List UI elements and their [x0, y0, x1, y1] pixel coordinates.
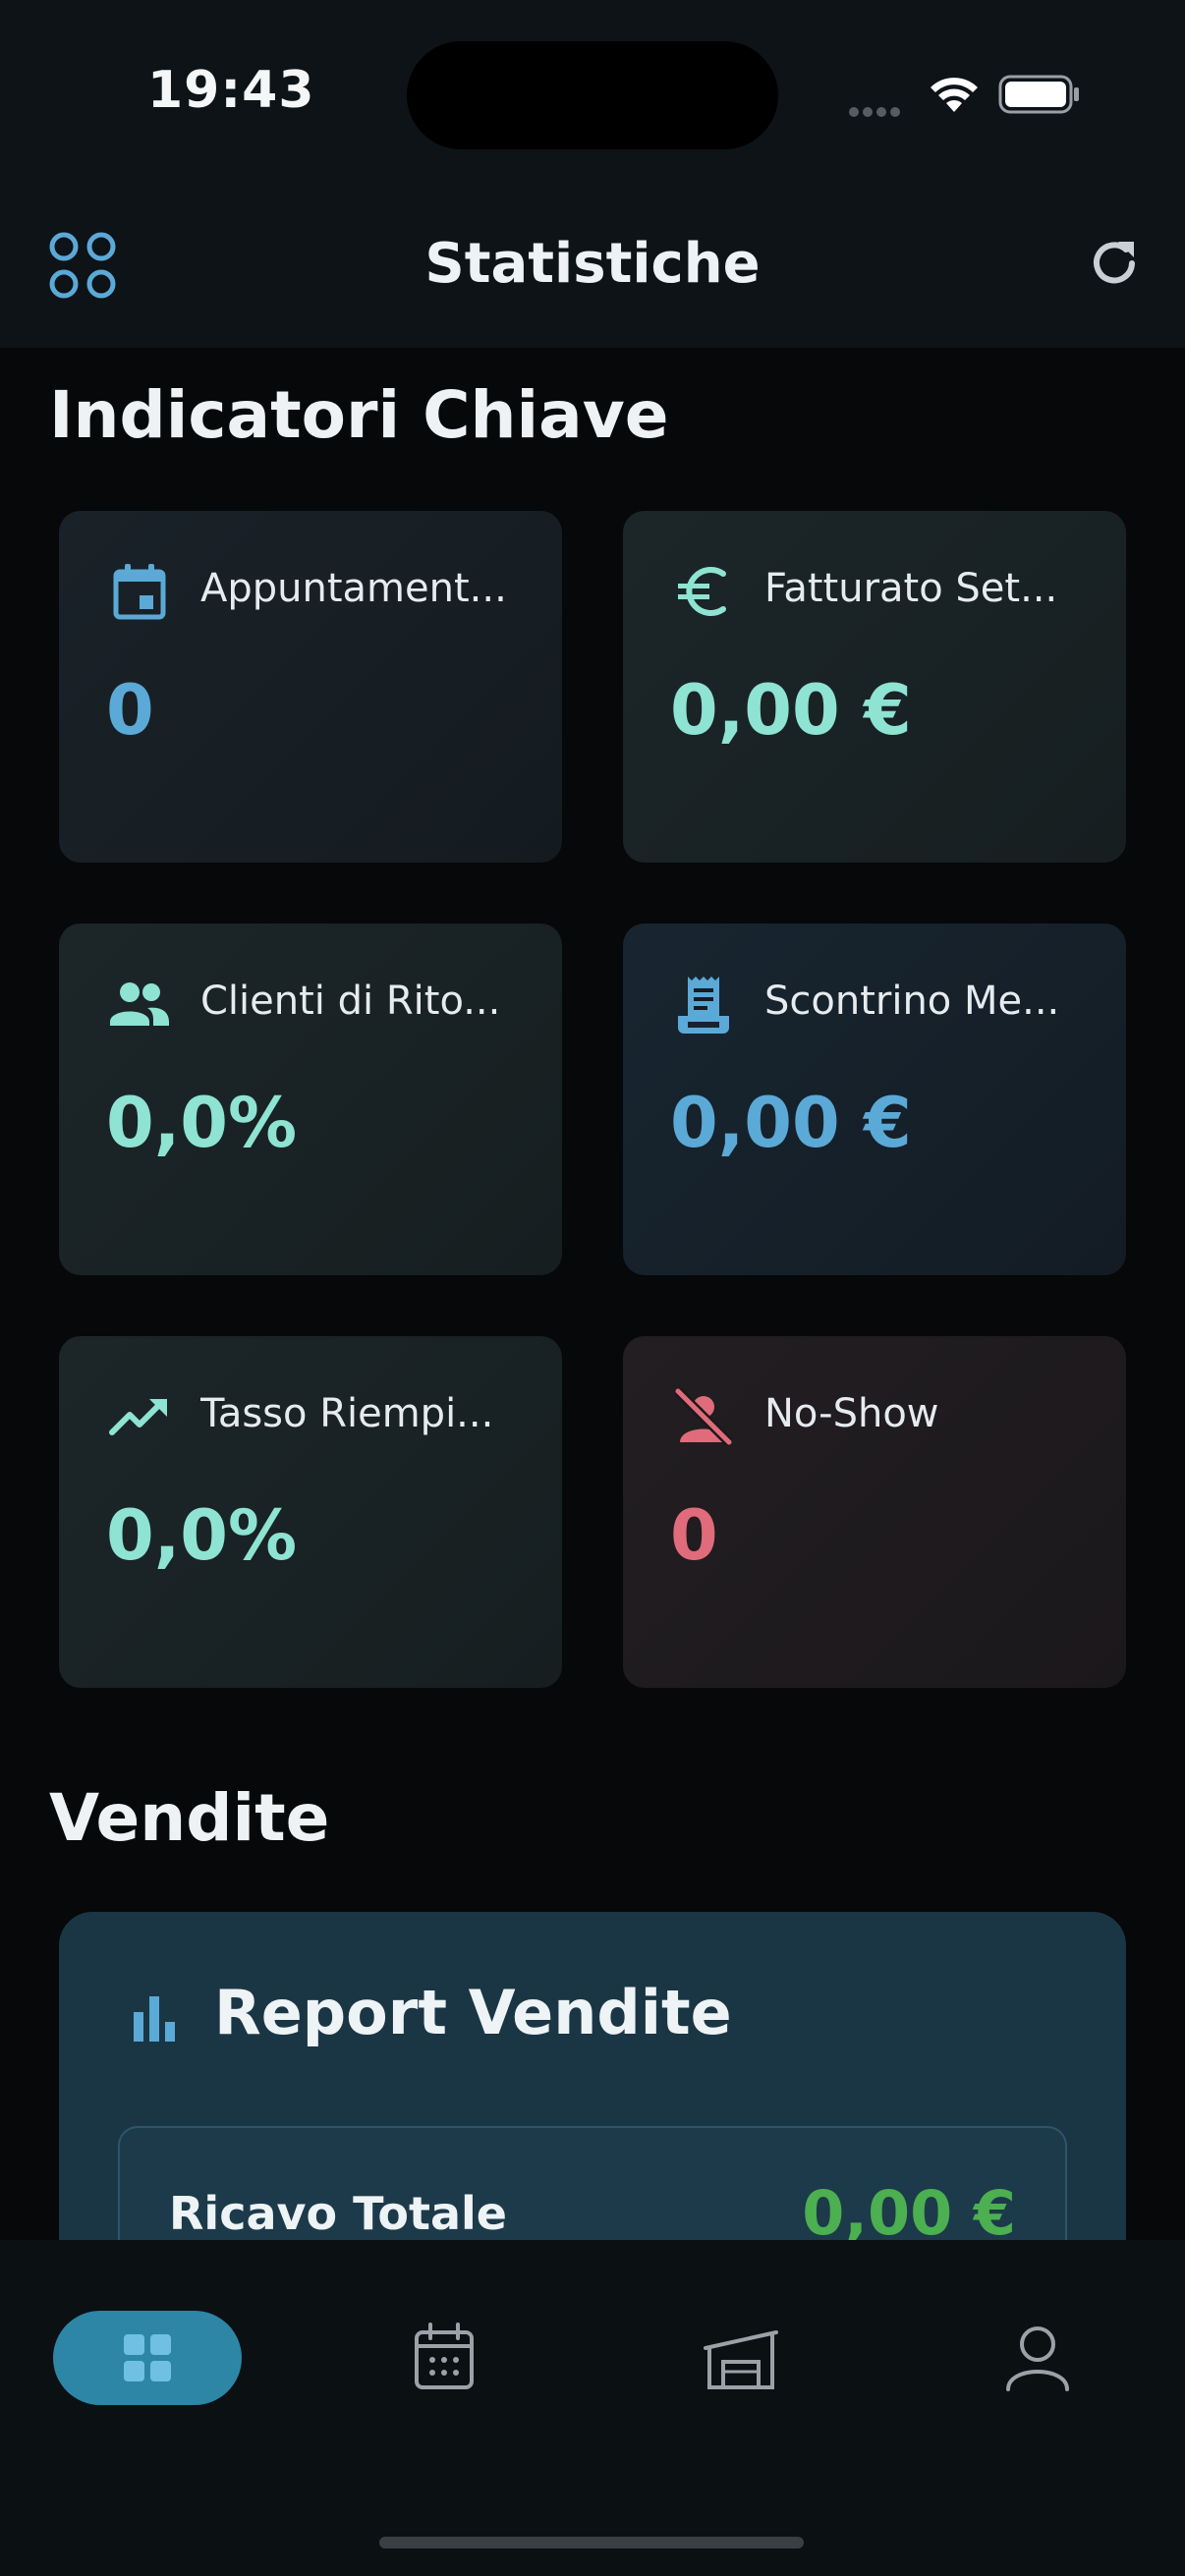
nav-dashboard[interactable]: [53, 2311, 242, 2405]
calendar-icon[interactable]: [405, 2311, 483, 2405]
kpi-card-no-show[interactable]: No-Show 0: [623, 1336, 1126, 1688]
receipt-icon: [678, 977, 729, 1034]
kpi-card-fill-rate[interactable]: Tasso Riempi... 0,0%: [59, 1336, 562, 1688]
person-off-icon: [674, 1387, 733, 1446]
top-app-bar: 19:43 Statistiche: [0, 0, 1185, 348]
profile-icon[interactable]: [998, 2311, 1077, 2405]
store-icon[interactable]: [700, 2311, 782, 2405]
kpi-card-appointments[interactable]: Appuntament... 0: [59, 511, 562, 863]
section-title-sales: Vendite: [49, 1780, 330, 1856]
calendar-icon: [113, 564, 166, 620]
total-revenue-value: 0,00 €: [802, 2177, 1016, 2249]
section-title-kpi: Indicatori Chiave: [49, 377, 669, 453]
kpi-value: 0: [670, 1495, 718, 1576]
kpi-card-weekly-revenue[interactable]: Fatturato Set... 0,00 €: [623, 511, 1126, 863]
page-title: Statistiche: [424, 232, 761, 296]
wifi-icon: [931, 78, 978, 112]
kpi-card-returning-clients[interactable]: Clienti di Rito... 0,0%: [59, 924, 562, 1275]
battery-icon: [998, 75, 1079, 114]
kpi-label: Appuntament...: [200, 566, 507, 611]
kpi-value: 0,0%: [106, 1495, 298, 1576]
bar-chart-icon: [134, 1996, 175, 2042]
home-indicator[interactable]: [379, 2537, 804, 2548]
kpi-label: Tasso Riempi...: [200, 1391, 494, 1436]
kpi-label: No-Show: [764, 1391, 939, 1436]
kpi-value: 0,0%: [106, 1083, 298, 1163]
euro-icon: [678, 567, 726, 616]
kpi-value: 0,00 €: [670, 1083, 912, 1163]
kpi-value: 0,00 €: [670, 670, 912, 751]
report-title: Report Vendite: [214, 1977, 732, 2048]
kpi-card-average-receipt[interactable]: Scontrino Me... 0,00 €: [623, 924, 1126, 1275]
kpi-value: 0: [106, 670, 154, 751]
dashboard-icon: [124, 2334, 171, 2381]
kpi-label: Fatturato Set...: [764, 566, 1058, 611]
dynamic-island: [407, 41, 778, 149]
kpi-label: Clienti di Rito...: [200, 979, 501, 1024]
trending-up-icon: [109, 1399, 167, 1435]
total-revenue-label: Ricavo Totale: [169, 2187, 507, 2240]
bottom-navigation: [0, 2240, 1185, 2576]
refresh-icon[interactable]: [1085, 234, 1144, 293]
people-icon: [110, 982, 169, 1026]
kpi-label: Scontrino Me...: [764, 979, 1060, 1024]
cellular-signal-icon: [849, 102, 904, 121]
status-time: 19:43: [147, 61, 315, 120]
